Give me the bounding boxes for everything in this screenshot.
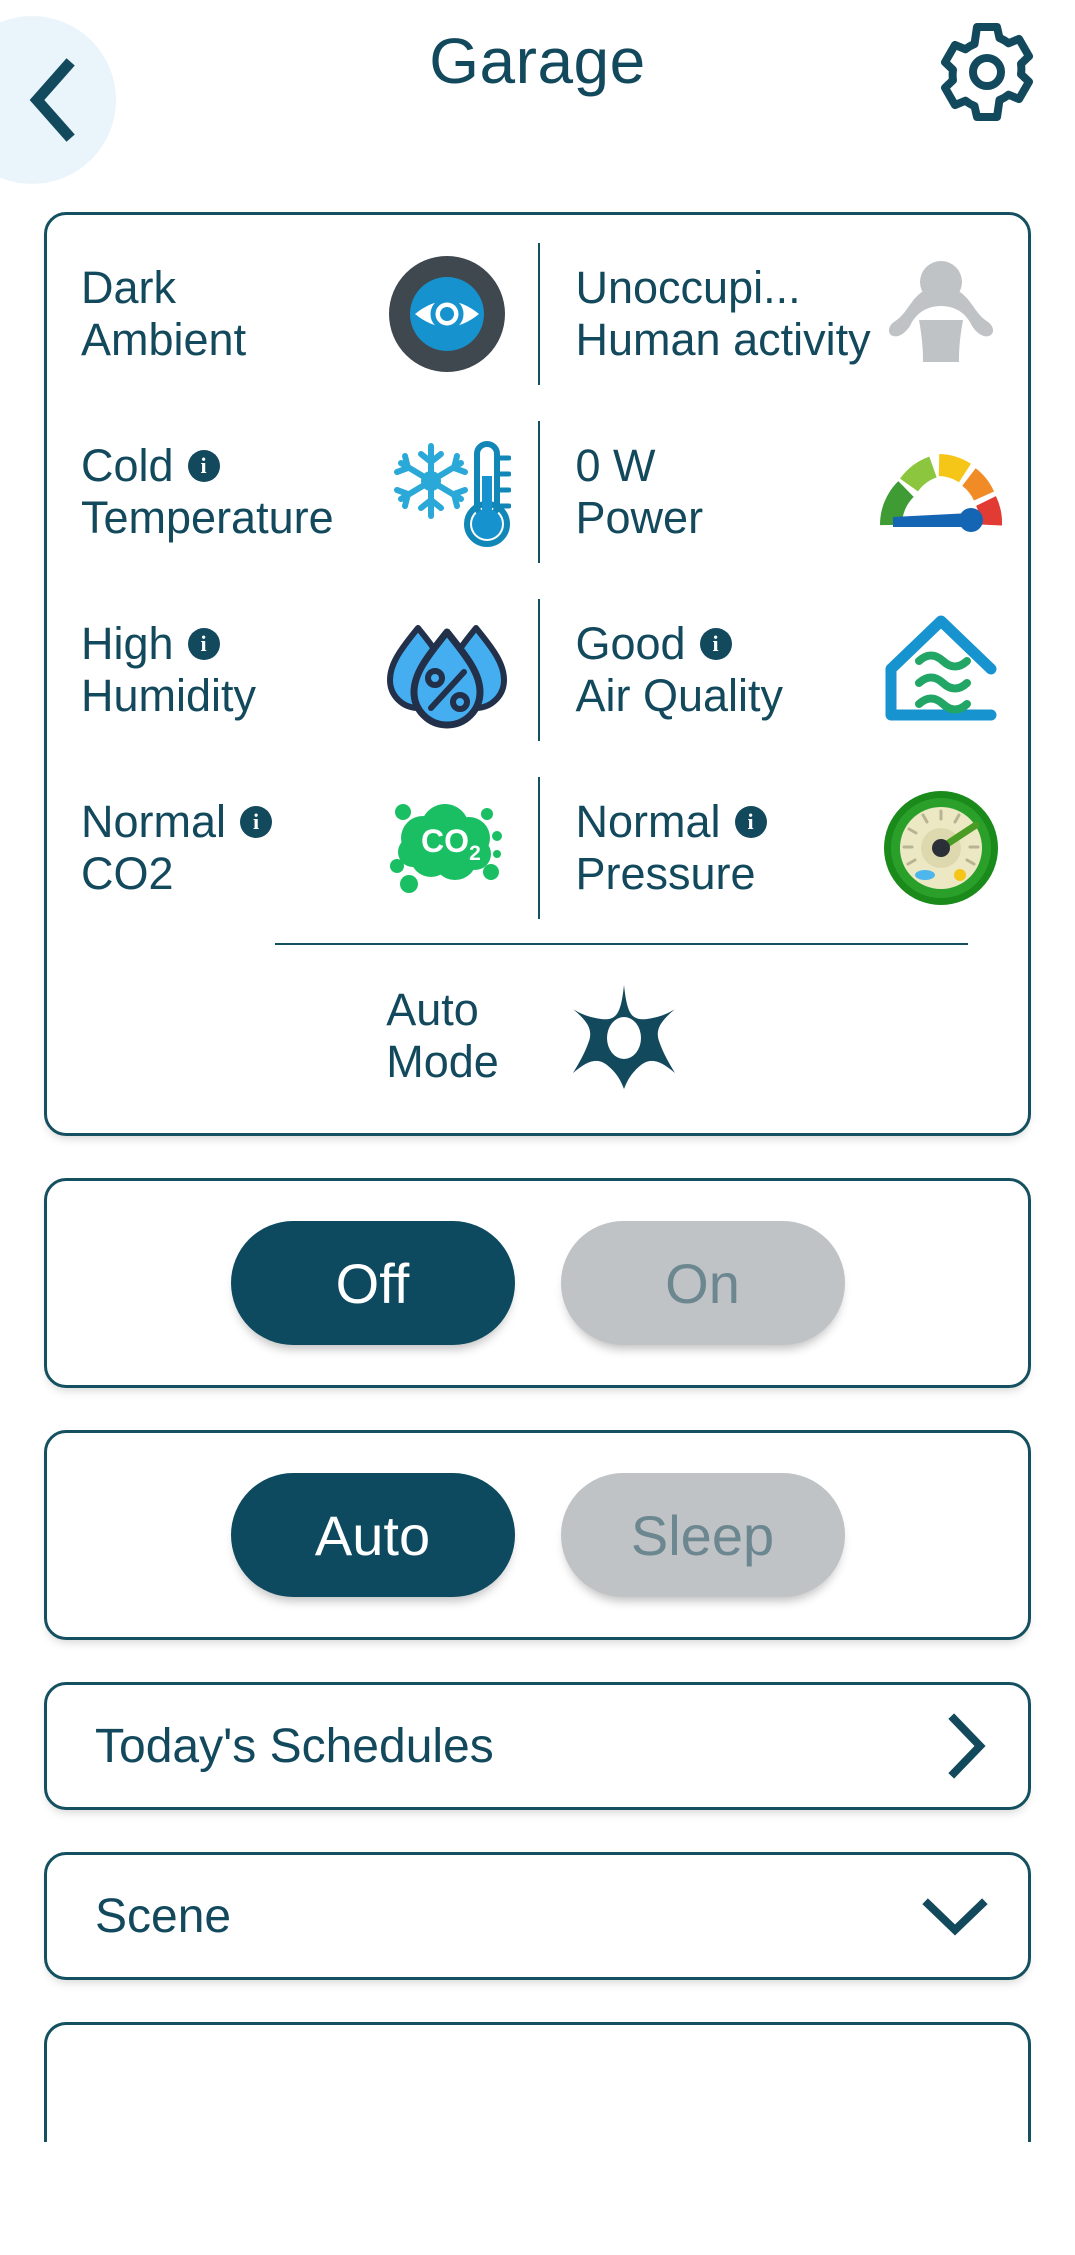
barometer-icon (876, 783, 1006, 913)
person-presence-icon (876, 249, 1006, 379)
page-title: Garage (429, 25, 646, 97)
fan-rotor-icon (559, 971, 689, 1101)
sensor-summary-card: Dark Ambient Unoccupi... Human activity … (44, 212, 1031, 1136)
todays-schedules-row[interactable]: Today's Schedules (44, 1682, 1031, 1810)
sensor-cell-ambient[interactable]: Dark Ambient (47, 225, 538, 403)
sensor-cell-mode[interactable]: Auto Mode (47, 945, 1028, 1119)
house-airflow-icon (876, 605, 1006, 735)
sensor-label: Mode (386, 1036, 499, 1087)
sensor-label: Pressure (575, 848, 756, 899)
settings-button[interactable] (935, 22, 1039, 126)
sensor-value: Unoccupi... (575, 261, 801, 313)
row-label: Today's Schedules (95, 1719, 494, 1773)
power-on-button[interactable]: On (560, 1221, 845, 1345)
sensor-label: Ambient (81, 314, 247, 365)
mode-sleep-button[interactable]: Sleep (560, 1473, 845, 1597)
sensor-label: Power (575, 492, 704, 543)
mode-toggle-card: Auto Sleep (44, 1430, 1031, 1640)
sensor-label: Temperature (81, 492, 334, 543)
bottom-partial-card[interactable] (44, 2022, 1031, 2142)
sensor-value: Normal (81, 795, 227, 847)
sensor-cell-power[interactable]: 0 W Power (537, 403, 1029, 581)
sensor-cell-air-quality[interactable]: Good i Air Quality (537, 581, 1029, 759)
sensor-value: Auto (386, 983, 479, 1035)
info-icon[interactable]: i (734, 805, 767, 838)
power-toggle-card: Off On (44, 1178, 1031, 1388)
sensor-cell-humidity[interactable]: High i Humidity (47, 581, 538, 759)
chevron-right-icon[interactable] (944, 1713, 988, 1779)
row-label: Scene (95, 1889, 232, 1943)
svg-text:CO: CO (421, 823, 469, 859)
sensor-cell-human-activity[interactable]: Unoccupi... Human activity (537, 225, 1029, 403)
gear-icon (937, 22, 1037, 127)
power-gauge-icon (876, 427, 1006, 557)
mode-auto-button[interactable]: Auto (230, 1473, 515, 1597)
app-header: Garage (0, 0, 1075, 184)
info-icon[interactable]: i (187, 449, 220, 482)
sensor-row: Normal i CO2 CO 2 Normal i Pressure (47, 759, 1028, 937)
sensor-value: High (81, 617, 174, 669)
sensor-value: 0 W (575, 439, 656, 491)
info-icon[interactable]: i (240, 805, 273, 838)
chevron-down-icon[interactable] (922, 1894, 988, 1938)
scene-row[interactable]: Scene (44, 1852, 1031, 1980)
humidity-droplets-icon (382, 605, 512, 735)
sensor-label: Human activity (575, 314, 871, 365)
sensor-cell-co2[interactable]: Normal i CO2 CO 2 (47, 759, 538, 937)
info-icon[interactable]: i (187, 627, 220, 660)
co2-cloud-icon: CO 2 (382, 783, 512, 913)
power-off-button[interactable]: Off (230, 1221, 515, 1345)
sensor-label: CO2 (81, 848, 174, 899)
sensor-row: Dark Ambient Unoccupi... Human activity (47, 225, 1028, 403)
sensor-value: Dark (81, 261, 177, 313)
snowflake-thermometer-icon (382, 427, 512, 557)
sensor-cell-pressure[interactable]: Normal i Pressure (537, 759, 1029, 937)
sensor-label: Humidity (81, 670, 257, 721)
sensor-cell-temperature[interactable]: Cold i Temperature (47, 403, 538, 581)
info-icon[interactable]: i (699, 627, 732, 660)
sensor-value: Cold (81, 439, 174, 491)
sensor-value: Good (575, 617, 686, 669)
eye-ambient-light-icon (382, 249, 512, 379)
sensor-row: High i Humidity Good i Air Quality (47, 581, 1028, 759)
sensor-label: Air Quality (575, 670, 784, 721)
sensor-row: Cold i Temperature 0 W Power (47, 403, 1028, 581)
svg-text:2: 2 (469, 842, 481, 865)
sensor-value: Normal (575, 795, 721, 847)
